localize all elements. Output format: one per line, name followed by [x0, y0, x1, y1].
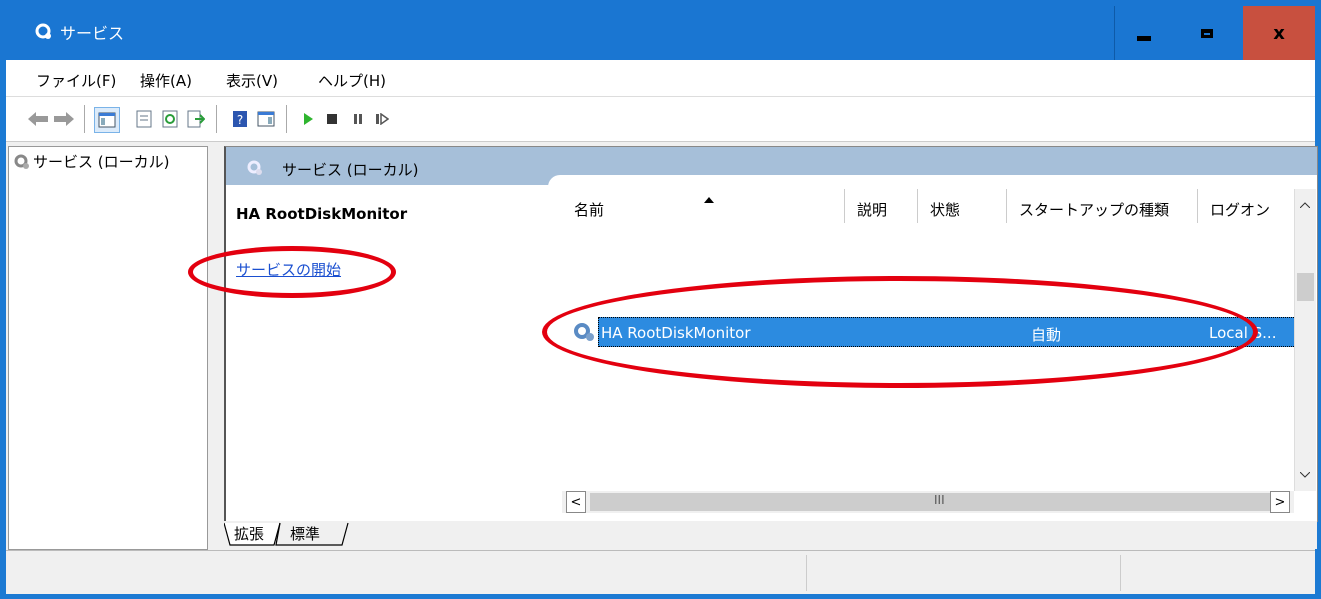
selected-service-title: HA RootDiskMonitor — [236, 205, 408, 223]
show-hide-console-tree-icon — [98, 112, 116, 128]
help-icon: ? — [233, 111, 247, 127]
menu-view[interactable]: 表示(V) — [226, 70, 278, 91]
row-logon: Local S... — [1209, 324, 1277, 342]
start-service-button[interactable] — [296, 107, 320, 131]
row-startup-type: 自動 — [1031, 326, 1062, 344]
row-name: HA RootDiskMonitor — [601, 324, 751, 342]
stop-service-button[interactable] — [320, 107, 344, 131]
maximize-button[interactable] — [1178, 6, 1236, 60]
refresh-icon — [162, 110, 178, 128]
window-title: サービス — [60, 24, 125, 43]
column-header-startup-type[interactable]: スタートアップの種類 — [1007, 189, 1198, 223]
pane-header-label: サービス (ローカル) — [282, 161, 419, 179]
export-list-icon — [187, 110, 205, 128]
sort-ascending-icon — [704, 197, 714, 203]
column-header-status-label: 状態 — [930, 201, 961, 219]
properties-button[interactable] — [132, 107, 156, 131]
forward-icon — [54, 112, 74, 126]
scroll-left-button[interactable]: < — [566, 491, 586, 513]
start-service-link[interactable]: サービスの開始 — [236, 259, 341, 280]
back-icon — [28, 112, 48, 126]
resume-service-button[interactable] — [370, 107, 394, 131]
column-header-logon[interactable]: ログオン — [1198, 189, 1294, 223]
toolbar-separator — [286, 105, 287, 133]
properties-icon — [136, 110, 152, 128]
services-gear-icon — [247, 160, 262, 175]
table-row[interactable]: HA RootDiskMonitor 自動 Local S... — [598, 317, 1296, 347]
status-divider — [806, 555, 807, 591]
column-header-logon-label: ログオン — [1210, 201, 1271, 219]
refresh-button[interactable] — [158, 107, 182, 131]
menu-help[interactable]: ヘルプ(H) — [318, 70, 386, 91]
tab-standard[interactable]: 標準 — [290, 523, 320, 545]
title-bar[interactable]: サービス x — [0, 0, 1321, 60]
horizontal-scrollbar[interactable]: < III > — [562, 491, 1294, 513]
vertical-scrollbar[interactable] — [1294, 189, 1316, 491]
scroll-down-button[interactable] — [1296, 465, 1314, 485]
maximize-icon — [1201, 28, 1213, 38]
column-header-name[interactable]: 名前 — [562, 189, 845, 223]
minimize-icon — [1137, 35, 1151, 41]
column-header-description[interactable]: 説明 — [845, 189, 918, 223]
column-header-description-label: 説明 — [857, 201, 888, 219]
export-list-button[interactable] — [184, 107, 208, 131]
resume-service-icon — [376, 113, 389, 125]
close-button[interactable]: x — [1243, 6, 1315, 60]
horizontal-scroll-thumb[interactable]: III — [590, 493, 1270, 511]
show-action-pane-icon — [257, 111, 275, 127]
status-bar — [6, 550, 1315, 594]
chevron-up-icon — [1300, 202, 1310, 208]
toolbar-separator — [216, 105, 217, 133]
service-gear-icon — [574, 323, 594, 341]
toolbar-separator — [84, 105, 85, 133]
help-button[interactable]: ? — [228, 107, 252, 131]
scroll-up-button[interactable] — [1296, 195, 1314, 215]
console-tree: サービス (ローカル) — [8, 146, 208, 550]
services-gear-icon — [14, 154, 29, 169]
status-divider — [1120, 555, 1121, 591]
scroll-grip: III — [934, 493, 945, 507]
column-header-status[interactable]: 状態 — [918, 189, 1007, 223]
toolbar: ? — [6, 97, 1315, 142]
services-pane: サービス (ローカル) HA RootDiskMonitor サービスの開始 名… — [224, 146, 1318, 522]
minimize-button[interactable] — [1114, 6, 1173, 60]
chevron-left-icon: < — [570, 494, 582, 510]
menu-file[interactable]: ファイル(F) — [36, 70, 116, 91]
scroll-right-button[interactable]: > — [1270, 491, 1290, 513]
chevron-right-icon: > — [1274, 494, 1286, 510]
tab-extended[interactable]: 拡張 — [234, 523, 264, 545]
close-icon: x — [1273, 22, 1285, 44]
show-hide-console-tree-button[interactable] — [94, 107, 120, 133]
column-header-name-label: 名前 — [574, 201, 605, 219]
column-header-startup-type-label: スタートアップの種類 — [1019, 201, 1170, 219]
pane-header: サービス (ローカル) — [226, 147, 1317, 187]
services-gear-icon — [35, 23, 51, 39]
tree-node-services-local[interactable]: サービス (ローカル) — [33, 151, 169, 172]
show-action-pane-button[interactable] — [254, 107, 278, 131]
svg-text:?: ? — [237, 113, 243, 127]
services-list: 名前 説明 状態 スタートアップの種類 ログオン HA RootDiskMoni… — [562, 189, 1300, 491]
back-button[interactable] — [26, 107, 50, 131]
header-notch — [548, 175, 1317, 187]
pause-service-icon — [354, 114, 362, 124]
pause-service-button[interactable] — [346, 107, 370, 131]
menu-action[interactable]: 操作(A) — [140, 70, 192, 91]
stop-service-icon — [327, 114, 337, 124]
chevron-down-icon — [1300, 472, 1310, 478]
start-service-icon — [304, 113, 313, 125]
view-tabs: 拡張 標準 — [224, 521, 1317, 549]
forward-button[interactable] — [52, 107, 76, 131]
vertical-scroll-thumb[interactable] — [1297, 273, 1314, 301]
menu-bar: ファイル(F) 操作(A) 表示(V) ヘルプ(H) — [6, 60, 1315, 97]
